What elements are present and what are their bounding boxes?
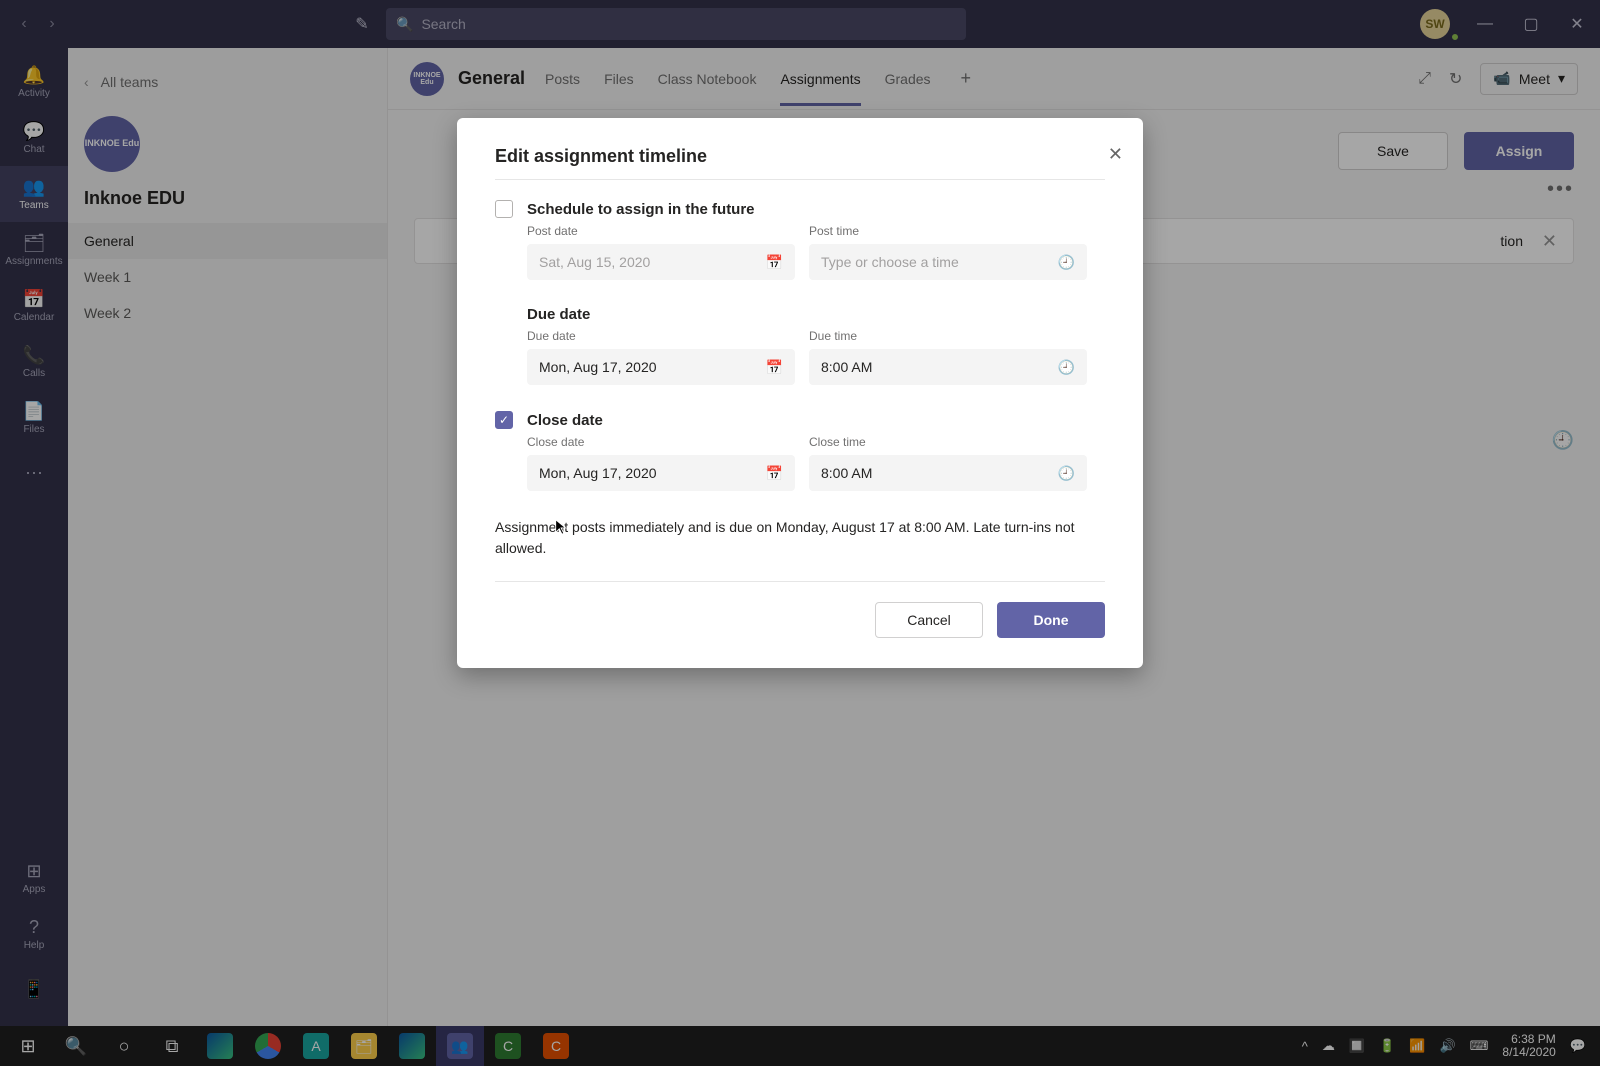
summary-text: Assignment posts immediately and is due …: [495, 517, 1105, 559]
post-time-field[interactable]: Type or choose a time 🕘: [809, 244, 1087, 280]
close-section: ✓ Close date Close dateClose time Mon, A…: [495, 411, 1105, 491]
clock-icon: 🕘: [1058, 359, 1075, 376]
close-date-field[interactable]: Mon, Aug 17, 2020 📅: [527, 455, 795, 491]
modal-backdrop: ✕ Edit assignment timeline Schedule to a…: [0, 0, 1600, 1066]
modal-close-button[interactable]: ✕: [1108, 144, 1123, 165]
edit-timeline-modal: ✕ Edit assignment timeline Schedule to a…: [457, 118, 1143, 668]
due-section: Due date Due dateDue time Mon, Aug 17, 2…: [495, 306, 1105, 385]
due-date-field[interactable]: Mon, Aug 17, 2020 📅: [527, 349, 795, 385]
schedule-label: Schedule to assign in the future: [527, 201, 755, 218]
cancel-button[interactable]: Cancel: [875, 602, 983, 638]
close-title: Close date: [527, 412, 603, 429]
due-title: Due date: [527, 306, 1105, 323]
clock-icon: 🕘: [1058, 465, 1075, 482]
modal-title: Edit assignment timeline: [495, 146, 1105, 180]
calendar-icon: 📅: [766, 359, 783, 376]
schedule-checkbox[interactable]: [495, 200, 513, 218]
done-button[interactable]: Done: [997, 602, 1105, 638]
calendar-icon: 📅: [766, 465, 783, 482]
post-date-field[interactable]: Sat, Aug 15, 2020 📅: [527, 244, 795, 280]
due-time-field[interactable]: 8:00 AM 🕘: [809, 349, 1087, 385]
close-time-field[interactable]: 8:00 AM 🕘: [809, 455, 1087, 491]
calendar-icon: 📅: [766, 254, 783, 271]
close-date-checkbox[interactable]: ✓: [495, 411, 513, 429]
schedule-section: Schedule to assign in the future Post da…: [495, 200, 1105, 280]
clock-icon: 🕘: [1058, 254, 1075, 271]
